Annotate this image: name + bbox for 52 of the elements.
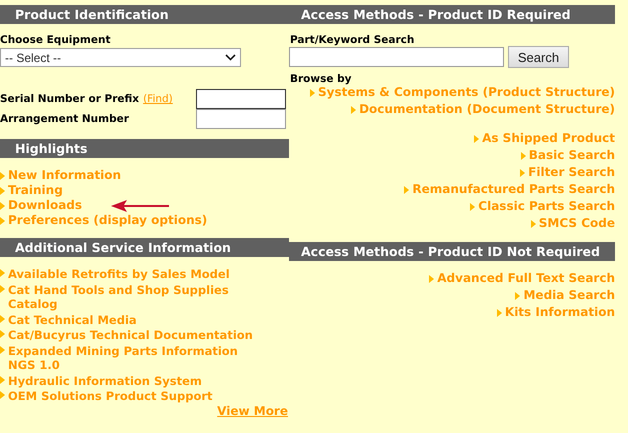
equipment-select[interactable]: -- Select -- [0, 48, 241, 67]
triangle-icon [404, 186, 410, 194]
nav-link[interactable]: Systems & Components (Product Structure) [318, 85, 615, 100]
triangle-icon [470, 202, 476, 210]
view-more-link[interactable]: View More [217, 404, 288, 418]
nav-link[interactable]: Advanced Full Text Search [437, 271, 615, 286]
section-header: Additional Service Information [0, 238, 289, 257]
nav-link[interactable]: Available Retrofits by Sales Model [8, 267, 266, 282]
nav-link[interactable]: New Information [8, 168, 122, 183]
nav-link[interactable]: Cat/Bucyrus Technical Documentation [8, 328, 266, 342]
search-button[interactable]: Search [508, 46, 569, 68]
pointer-arrow [111, 200, 170, 212]
nav-link[interactable]: Cat Hand Tools and Shop Supplies Catalog [8, 282, 266, 312]
nav-link[interactable]: Media Search [523, 288, 615, 303]
triangle-icon [474, 134, 480, 142]
field-label: Browse by [289, 73, 352, 85]
nav-link[interactable]: Cat Technical Media [8, 312, 266, 327]
triangle-icon [310, 88, 315, 96]
keyword-search-field[interactable] [289, 47, 504, 67]
section-header: Access Methods - Product ID Required [289, 5, 615, 24]
triangle-icon [520, 168, 526, 176]
nav-link[interactable]: Kits Information [504, 305, 615, 320]
nav-link[interactable]: Hydraulic Information System [8, 374, 266, 388]
triangle-icon [515, 292, 520, 300]
nav-link[interactable]: Basic Search [528, 148, 615, 163]
triangle-icon [530, 220, 536, 228]
chevron-down-icon [225, 54, 236, 61]
field-label: Serial Number or Prefix (Find) [0, 93, 173, 105]
nav-link[interactable]: Documentation (Document Structure) [359, 102, 615, 117]
nav-link[interactable]: Preferences (display options) [8, 213, 208, 228]
nav-link[interactable]: OEM Solutions Product Support [8, 389, 266, 404]
nav-link[interactable]: Remanufactured Parts Search [412, 182, 615, 197]
nav-link[interactable]: Training [8, 183, 63, 198]
find-link[interactable]: (Find) [143, 93, 173, 105]
nav-link[interactable]: Filter Search [528, 165, 615, 180]
triangle-icon [520, 152, 526, 160]
section-header: Highlights [0, 139, 289, 158]
section-header: Access Methods - Product ID Not Required [289, 242, 615, 261]
nav-link[interactable]: As Shipped Product [482, 131, 615, 146]
field-label: Part/Keyword Search [289, 34, 416, 46]
arrangement-number-field[interactable] [196, 109, 286, 129]
field-label: Arrangement Number [0, 113, 129, 125]
serial-number-field[interactable] [196, 89, 286, 109]
section-header: Product Identification [0, 5, 289, 24]
field-label: Choose Equipment [0, 34, 112, 46]
nav-link[interactable]: SMCS Code [538, 216, 615, 231]
triangle-icon [351, 106, 356, 114]
triangle-icon [496, 308, 502, 316]
triangle-icon [429, 274, 434, 282]
nav-link[interactable]: Classic Parts Search [478, 199, 615, 214]
nav-link[interactable]: Expanded Mining Parts Information NGS 1.0 [8, 344, 266, 372]
nav-link[interactable]: Downloads [8, 198, 82, 213]
